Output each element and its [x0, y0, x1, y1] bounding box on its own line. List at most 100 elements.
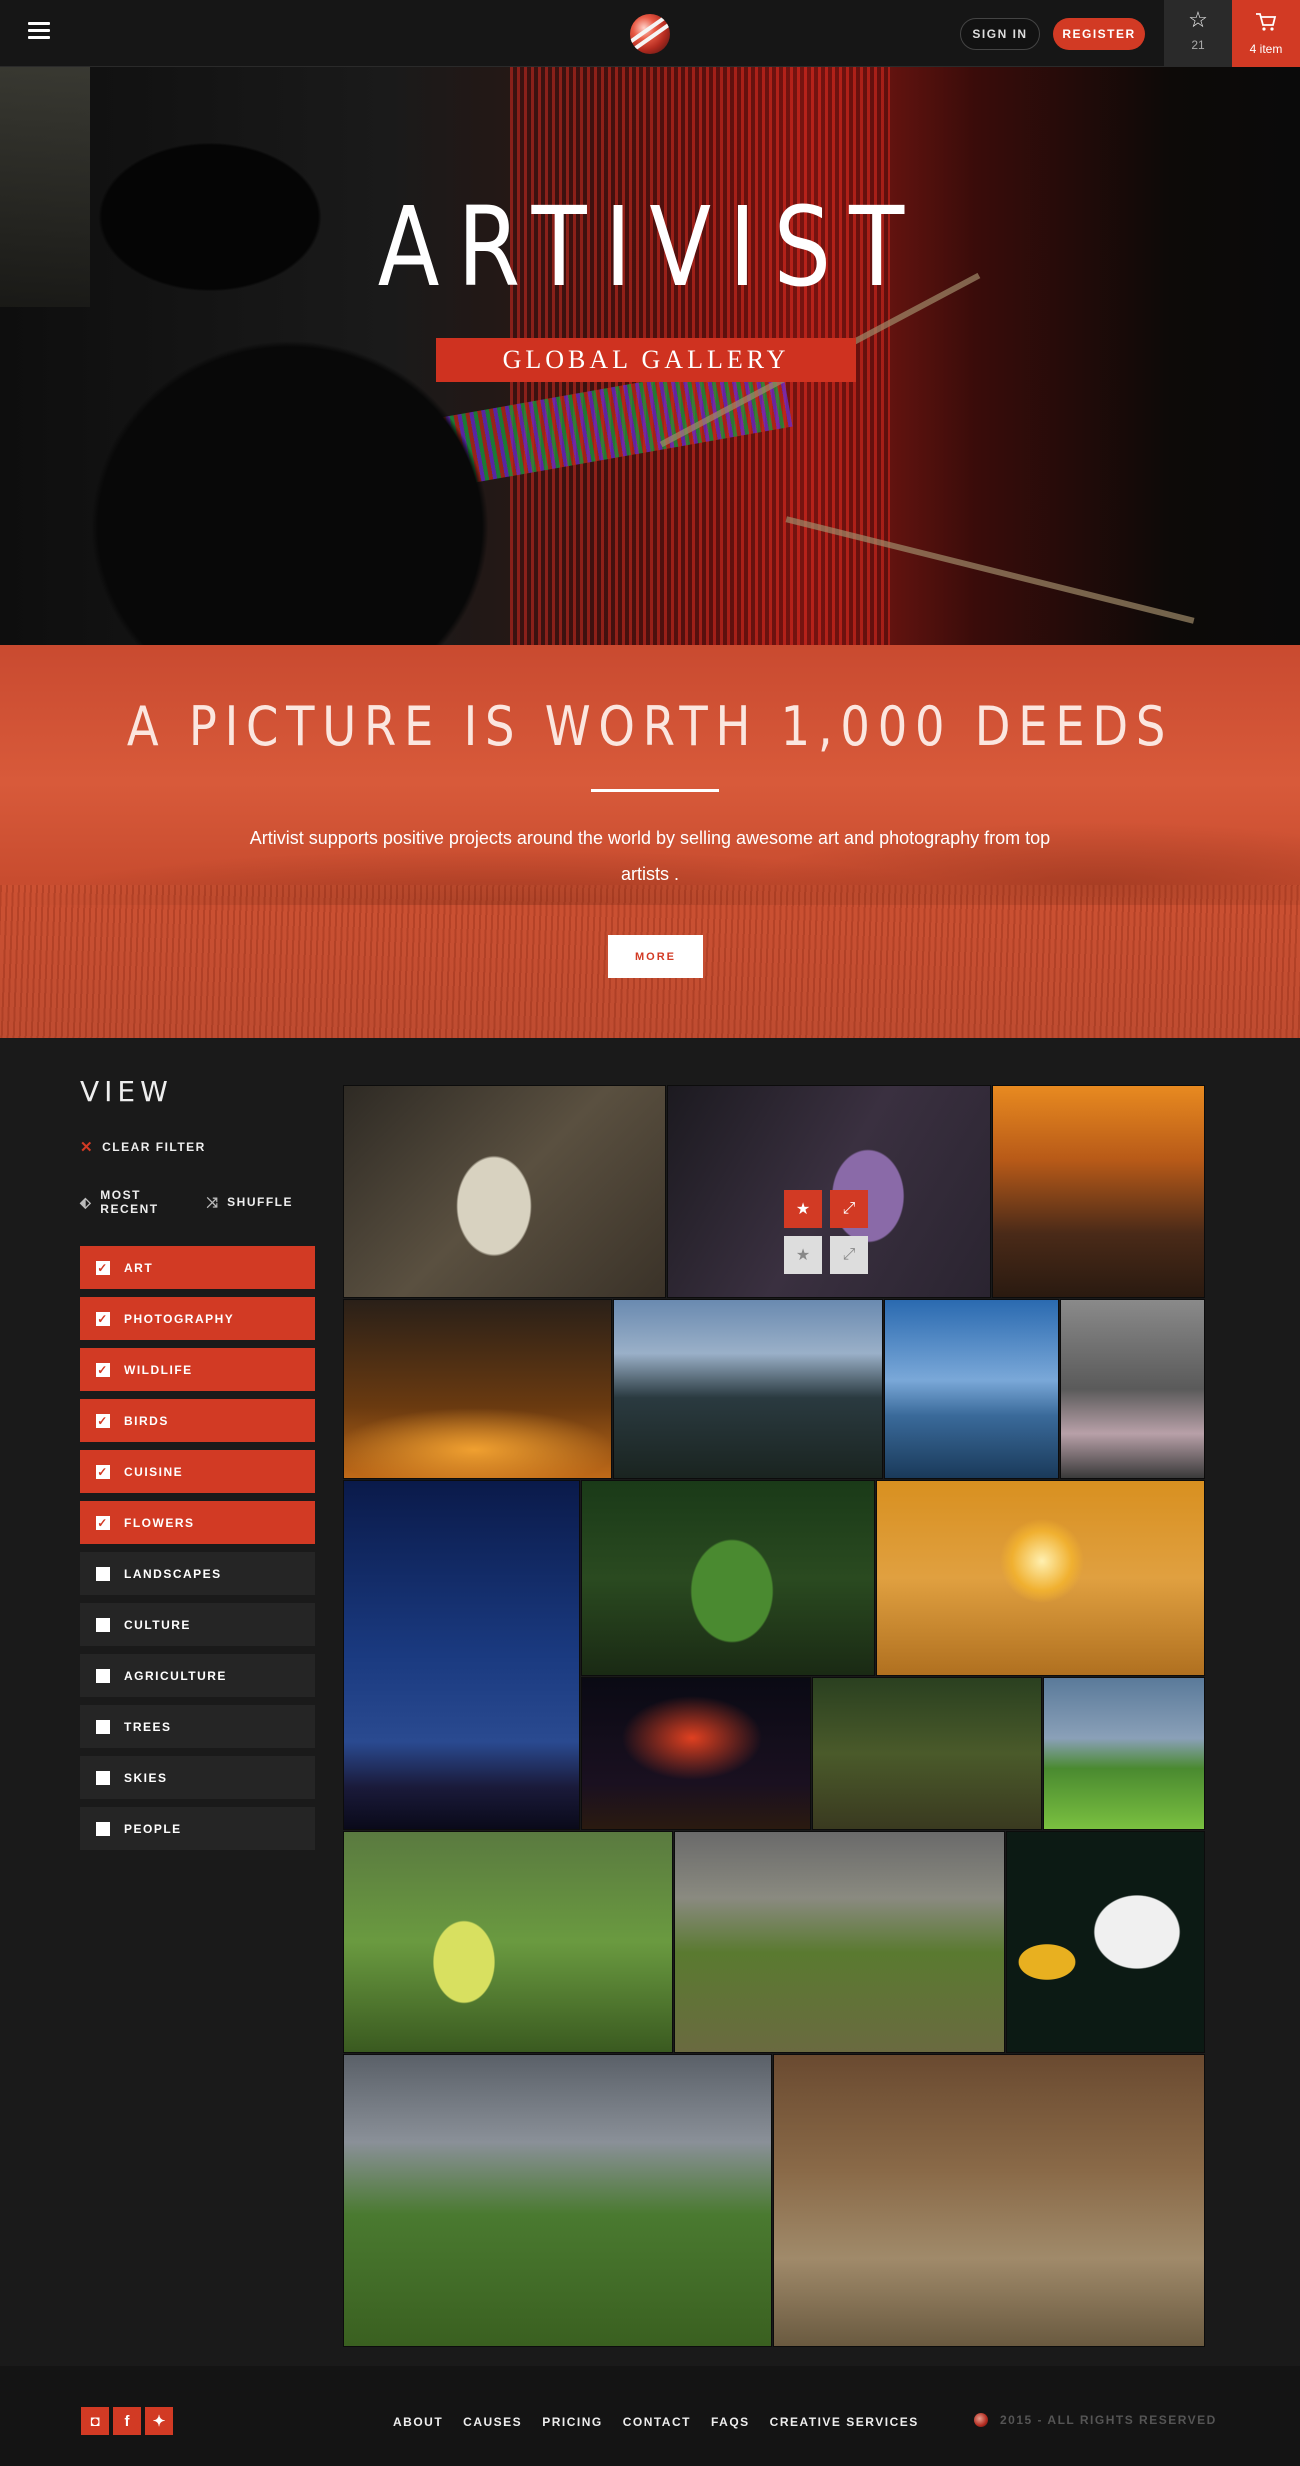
tagline-section: A PICTURE IS WORTH 1,000 DEEDS Artivist … [0, 645, 1300, 1038]
artivist-mini-logo [974, 2413, 988, 2427]
gallery-photo-vintage-car[interactable] [1060, 1299, 1205, 1479]
star-icon: ☆ [1188, 7, 1208, 32]
filter-label: WILDLIFE [124, 1362, 193, 1377]
filter-label: FLOWERS [124, 1515, 195, 1530]
favorites-count: 21 [1191, 38, 1205, 52]
gallery-photo-eagle[interactable] [1006, 1831, 1205, 2053]
filter-agriculture[interactable]: AGRICULTURE [80, 1654, 315, 1697]
gallery-photo-weaver-loom[interactable] [773, 2054, 1205, 2347]
copyright: 2015 - ALL RIGHTS RESERVED [974, 2413, 1217, 2427]
gallery-photo-dancers[interactable] [343, 2054, 772, 2347]
gallery-photo-rice-field[interactable] [1043, 1677, 1205, 1830]
footer-link-faqs[interactable]: FAQS [711, 2415, 750, 2429]
filter-label: AGRICULTURE [124, 1668, 227, 1683]
filter-photography[interactable]: ✓ PHOTOGRAPHY [80, 1297, 315, 1340]
checkbox-unchecked-icon[interactable] [96, 1719, 110, 1734]
favorite-photo-button[interactable]: ★ [784, 1190, 822, 1228]
gallery-photo-bicycle-boy[interactable] [674, 1831, 1005, 2053]
artivist-logo[interactable] [630, 14, 670, 54]
checkbox-unchecked-icon[interactable] [96, 1770, 110, 1785]
filter-people[interactable]: PEOPLE [80, 1807, 315, 1850]
checkbox-unchecked-icon[interactable] [96, 1617, 110, 1632]
tagline-divider [591, 789, 719, 792]
sort-options: ⬖ MOST RECENT ⤨ SHUFFLE [80, 1188, 315, 1216]
gallery-photo-elderly-woman[interactable] [343, 1085, 666, 1298]
gallery-photo-corn-woman[interactable] [343, 1831, 673, 2053]
tag-icon: ⬖ [80, 1193, 93, 1210]
filter-label: SKIES [124, 1770, 168, 1785]
gallery-photo-beach[interactable] [884, 1299, 1059, 1479]
instagram-icon[interactable]: ◘ [81, 2407, 109, 2435]
expand-icon: ⤢ [842, 1200, 856, 1217]
copyright-text: 2015 - ALL RIGHTS RESERVED [1000, 2413, 1217, 2427]
favorite-photo-button-secondary[interactable]: ★ [784, 1236, 822, 1274]
filter-cuisine[interactable]: ✓ CUISINE [80, 1450, 315, 1493]
checkbox-checked-icon[interactable]: ✓ [96, 1464, 110, 1479]
tagline-description: Artivist supports positive projects arou… [249, 828, 1051, 884]
gallery-photo-lake[interactable] [613, 1299, 883, 1479]
hamburger-menu-icon[interactable] [28, 22, 50, 44]
filter-landscapes[interactable]: LANDSCAPES [80, 1552, 315, 1595]
filter-label: ART [124, 1260, 154, 1275]
gallery-photo-night-street[interactable] [992, 1085, 1205, 1298]
gallery-photo-leaf-costume[interactable] [581, 1480, 875, 1676]
twitter-icon[interactable]: ✦ [145, 2407, 173, 2435]
checkbox-checked-icon[interactable]: ✓ [96, 1362, 110, 1377]
register-button[interactable]: REGISTER [1053, 18, 1145, 50]
filter-birds[interactable]: ✓ BIRDS [80, 1399, 315, 1442]
checkbox-unchecked-icon[interactable] [96, 1668, 110, 1683]
expand-photo-button[interactable]: ⤢ [830, 1190, 868, 1228]
expand-icon: ⤢ [842, 1246, 856, 1263]
close-icon: ✕ [80, 1139, 95, 1156]
filter-label: CUISINE [124, 1464, 184, 1479]
filter-label: TREES [124, 1719, 172, 1734]
favorites-button[interactable]: ☆ 21 [1164, 0, 1232, 67]
top-navbar: SIGN IN REGISTER ☆ 21 4 item [0, 0, 1300, 67]
expand-photo-button-secondary[interactable]: ⤢ [830, 1236, 868, 1274]
site-footer: ◘ f ✦ ABOUT CAUSES PRICING CONTACT FAQS … [0, 2366, 1300, 2466]
filter-culture[interactable]: CULTURE [80, 1603, 315, 1646]
gallery-photo-golden-sun[interactable] [876, 1480, 1205, 1676]
cart-button[interactable]: 4 item [1232, 0, 1300, 67]
filter-label: PEOPLE [124, 1821, 182, 1836]
footer-link-causes[interactable]: CAUSES [463, 2415, 522, 2429]
filter-art[interactable]: ✓ ART [80, 1246, 315, 1289]
footer-link-contact[interactable]: CONTACT [623, 2415, 691, 2429]
shuffle-label: SHUFFLE [227, 1195, 293, 1209]
checkbox-checked-icon[interactable]: ✓ [96, 1311, 110, 1326]
more-button[interactable]: MORE [608, 935, 703, 978]
photo-gallery: ★ ⤢ ★ ⤢ [343, 1085, 1205, 2347]
gallery-photo-villagers[interactable] [812, 1677, 1042, 1830]
filter-skies[interactable]: SKIES [80, 1756, 315, 1799]
most-recent-label: MOST RECENT [100, 1188, 159, 1216]
gallery-photo-fireworks[interactable] [581, 1677, 811, 1830]
tagline-title: A PICTURE IS WORTH 1,000 DEEDS [126, 695, 1174, 758]
clear-filter-button[interactable]: ✕ CLEAR FILTER [80, 1138, 315, 1156]
checkbox-checked-icon[interactable]: ✓ [96, 1260, 110, 1275]
checkbox-checked-icon[interactable]: ✓ [96, 1413, 110, 1428]
hero-subtitle: GLOBAL GALLERY [436, 338, 856, 382]
hero-banner: ARTIVIST GLOBAL GALLERY [0, 67, 1300, 645]
most-recent-button[interactable]: ⬖ MOST RECENT [80, 1188, 184, 1216]
filter-trees[interactable]: TREES [80, 1705, 315, 1748]
filter-label: CULTURE [124, 1617, 191, 1632]
gallery-photo-milky-way[interactable] [343, 1480, 580, 1830]
footer-link-pricing[interactable]: PRICING [542, 2415, 603, 2429]
shuffle-button[interactable]: ⤨ SHUFFLE [206, 1194, 293, 1211]
facebook-icon[interactable]: f [113, 2407, 141, 2435]
footer-link-about[interactable]: ABOUT [393, 2415, 443, 2429]
sign-in-button[interactable]: SIGN IN [960, 18, 1040, 50]
checkbox-unchecked-icon[interactable] [96, 1821, 110, 1836]
filter-wildlife[interactable]: ✓ WILDLIFE [80, 1348, 315, 1391]
filter-label: LANDSCAPES [124, 1566, 222, 1581]
checkbox-unchecked-icon[interactable] [96, 1566, 110, 1581]
checkbox-checked-icon[interactable]: ✓ [96, 1515, 110, 1530]
star-icon: ★ [795, 1201, 811, 1218]
gallery-photo-candles[interactable] [343, 1299, 612, 1479]
footer-nav: ABOUT CAUSES PRICING CONTACT FAQS CREATI… [393, 2415, 939, 2429]
filter-sidebar: VIEW ✕ CLEAR FILTER ⬖ MOST RECENT ⤨ SHUF… [80, 1075, 315, 1858]
filter-flowers[interactable]: ✓ FLOWERS [80, 1501, 315, 1544]
footer-link-creative-services[interactable]: CREATIVE SERVICES [770, 2415, 919, 2429]
gallery-photo-cooking-woman[interactable]: ★ ⤢ ★ ⤢ [667, 1085, 991, 1298]
cart-icon [1256, 13, 1277, 31]
